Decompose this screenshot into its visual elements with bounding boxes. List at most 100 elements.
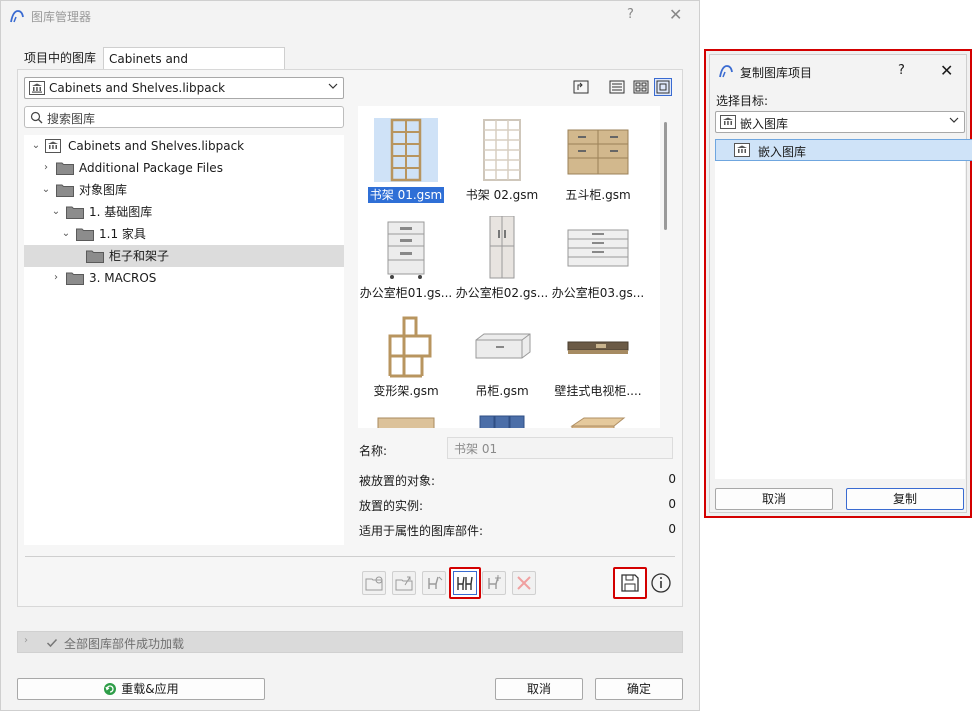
library-search[interactable]: 搜索图库 (24, 106, 344, 128)
library-item[interactable]: 办公室柜03.gs... (550, 210, 646, 306)
list-view-button[interactable] (608, 78, 626, 96)
info-button[interactable] (650, 572, 672, 594)
library-item-name: 变形架.gsm (373, 384, 439, 398)
copy-cancel-button[interactable]: 取消 (715, 488, 833, 510)
name-label: 名称: (359, 444, 388, 458)
bookshelf-thumbnail (483, 119, 521, 181)
search-placeholder: 搜索图库 (47, 112, 96, 126)
locker-thumbnail (479, 415, 525, 428)
save-button[interactable] (613, 567, 647, 599)
copy-item-button[interactable] (449, 567, 481, 599)
office-cabinet-thumbnail (489, 216, 515, 279)
library-item[interactable]: 书架 01.gsm (358, 112, 454, 208)
parent-folder-button[interactable] (572, 78, 590, 96)
expand-arrow-icon[interactable]: ⌄ (40, 179, 52, 201)
folder-export-icon (395, 576, 413, 591)
collapse-arrow-icon[interactable]: › (40, 157, 52, 179)
reload-apply-label: 重载&应用 (121, 682, 179, 696)
chevron-right-icon[interactable]: › (24, 635, 28, 646)
add-item-button[interactable] (482, 571, 506, 595)
reload-apply-button[interactable]: 重载&应用 (17, 678, 265, 700)
office-cabinet-thumbnail (567, 229, 629, 267)
library-tree[interactable]: ⌄ Cabinets and Shelves.libpack › Additio… (24, 135, 344, 545)
copy-close-button[interactable]: ✕ (940, 61, 953, 80)
library-item[interactable] (454, 406, 550, 428)
library-icon (720, 115, 736, 129)
collapse-arrow-icon[interactable]: › (50, 267, 62, 289)
folder-add-icon (365, 576, 383, 591)
divider (25, 556, 675, 557)
grid-scrollbar[interactable] (664, 122, 667, 230)
tree-item-object-library[interactable]: ⌄ 对象图库 (24, 179, 344, 201)
library-item-grid[interactable]: 书架 01.gsm 书架 02.gsm 五斗柜.gsm 办公室柜01.gs...… (358, 106, 660, 428)
ok-button[interactable]: 确定 (595, 678, 683, 700)
tree-item-label: 1. 基础图库 (89, 205, 153, 219)
tree-item-libpack[interactable]: ⌄ Cabinets and Shelves.libpack (24, 135, 344, 157)
target-list[interactable]: 嵌入图库 (715, 139, 972, 479)
bookshelf-thumbnail (374, 118, 438, 182)
library-item-name: 壁挂式电视柜.... (554, 384, 642, 398)
library-item[interactable]: 书架 02.gsm (454, 112, 550, 208)
add-library-button[interactable] (362, 571, 386, 595)
library-item[interactable]: 五斗柜.gsm (550, 112, 646, 208)
attribute-parts-value: 0 (668, 522, 676, 536)
library-item[interactable] (550, 406, 646, 428)
library-item-name: 书架 01.gsm (367, 187, 445, 203)
copy-help-button[interactable]: ? (898, 63, 905, 78)
tree-item-cabinets-shelves[interactable]: 柜子和架子 (24, 245, 344, 267)
copy-confirm-button[interactable]: 复制 (846, 488, 964, 510)
library-item-name: 吊柜.gsm (475, 384, 529, 398)
expand-arrow-icon[interactable]: ⌄ (50, 201, 62, 223)
tree-item-label: Additional Package Files (79, 161, 223, 175)
library-icon (734, 143, 750, 157)
large-icon-view-button[interactable] (654, 78, 672, 96)
tree-item-label: 1.1 家具 (99, 227, 146, 241)
grid-view-button[interactable] (632, 78, 650, 96)
library-icon (29, 81, 45, 95)
tree-item-label: 柜子和架子 (109, 249, 170, 263)
library-item[interactable] (358, 406, 454, 428)
close-button[interactable]: ✕ (669, 5, 682, 24)
delete-button[interactable] (512, 571, 536, 595)
target-list-item[interactable]: 嵌入图库 (715, 139, 972, 161)
chevron-down-icon (949, 117, 959, 123)
dresser-thumbnail (567, 129, 629, 175)
expand-arrow-icon[interactable]: ⌄ (30, 135, 42, 157)
library-item[interactable]: 变形架.gsm (358, 308, 454, 404)
tab-cabinets-libpack[interactable]: Cabinets and Shelves.libpack (103, 47, 285, 88)
target-dropdown-value: 嵌入图库 (740, 117, 789, 131)
move-item-button[interactable] (422, 571, 446, 595)
target-label: 选择目标: (716, 94, 769, 108)
library-item[interactable]: 办公室柜02.gs... (454, 210, 550, 306)
copy-library-item-dialog: 复制图库项目 ? ✕ 选择目标: 嵌入图库 嵌入图库 取消 复制 (704, 49, 972, 518)
tree-item-additional-files[interactable]: › Additional Package Files (24, 157, 344, 179)
library-icon (45, 139, 61, 153)
placed-instances-label: 放置的实例: (359, 499, 424, 513)
tree-item-furniture[interactable]: ⌄ 1.1 家具 (24, 223, 344, 245)
archicad-icon (719, 65, 733, 78)
target-dropdown[interactable]: 嵌入图库 (715, 111, 965, 133)
cancel-button[interactable]: 取消 (495, 678, 583, 700)
library-item[interactable]: 办公室柜01.gs... (358, 210, 454, 306)
export-button[interactable] (392, 571, 416, 595)
status-bar: › 全部图库部件成功加载 (17, 631, 683, 653)
library-item-name: 办公室柜03.gs... (551, 286, 645, 300)
chair-move-icon (428, 576, 443, 589)
chevron-down-icon (328, 83, 338, 89)
library-dropdown-value: Cabinets and Shelves.libpack (49, 81, 226, 95)
copy-dialog-title: 复制图库项目 (740, 66, 813, 80)
help-button[interactable]: ? (627, 7, 634, 22)
tree-item-label: 对象图库 (79, 183, 128, 197)
library-dropdown[interactable]: Cabinets and Shelves.libpack (24, 77, 344, 99)
name-field: 书架 01 (447, 437, 673, 459)
target-list-item-label: 嵌入图库 (758, 145, 807, 159)
expand-arrow-icon[interactable]: ⌄ (60, 223, 72, 245)
library-item-name: 办公室柜01.gs... (359, 286, 453, 300)
library-item[interactable]: 吊柜.gsm (454, 308, 550, 404)
tree-item-basic-library[interactable]: ⌄ 1. 基础图库 (24, 201, 344, 223)
library-item[interactable]: 壁挂式电视柜.... (550, 308, 646, 404)
placed-objects-value: 0 (668, 472, 676, 486)
tree-item-macros[interactable]: › 3. MACROS (24, 267, 344, 289)
close-icon (517, 576, 531, 590)
tab-project-libraries[interactable]: 项目中的图库 (19, 47, 101, 71)
